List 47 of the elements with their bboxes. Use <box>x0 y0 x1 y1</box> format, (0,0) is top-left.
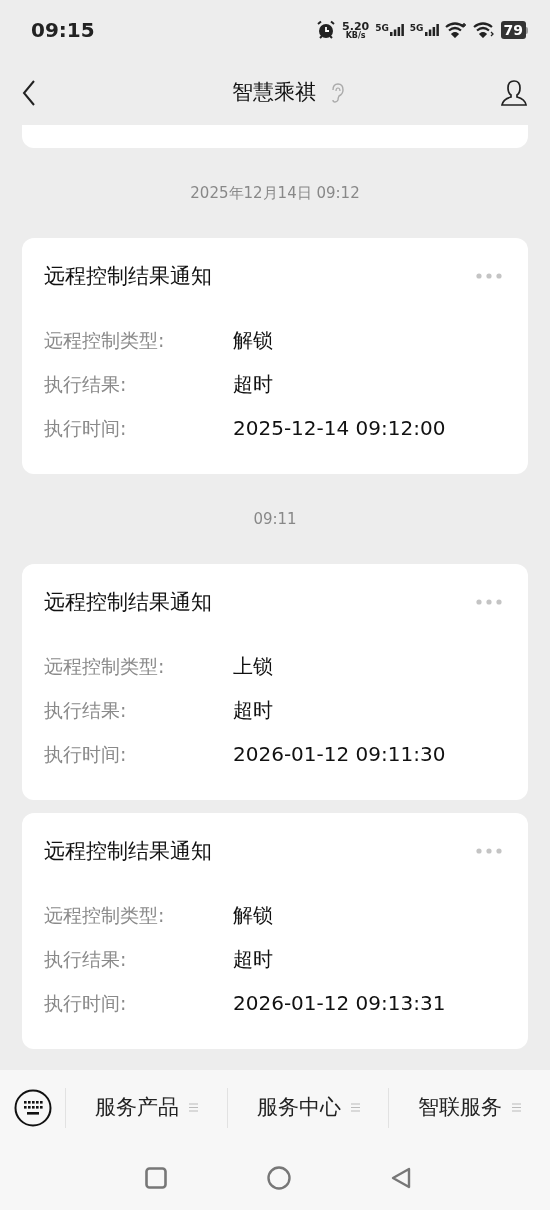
alarm-icon <box>316 20 337 40</box>
card-title: 远程控制结果通知 <box>44 838 212 865</box>
menu-tab[interactable]: 服务产品 <box>94 1091 198 1124</box>
message-timestamp: 09:11 <box>253 508 297 530</box>
field-value: 2026-01-12 09:11:30 <box>233 741 446 768</box>
network-label: 5G <box>409 24 424 33</box>
field-label: 远程控制类型: <box>44 653 166 679</box>
signal-icon <box>389 24 404 36</box>
field-label: 执行时间: <box>44 415 128 441</box>
field-label: 远程控制类型: <box>44 327 166 353</box>
field-value: 超时 <box>233 946 273 973</box>
card-title: 远程控制结果通知 <box>44 589 212 616</box>
field-label: 执行结果: <box>44 946 128 972</box>
field-value: 解锁 <box>233 327 273 354</box>
field-value: 2025-12-14 09:12:00 <box>233 415 446 442</box>
speed-unit: KB/s <box>345 31 366 40</box>
menu-icon <box>350 1103 360 1112</box>
network-speed: 5.20 <box>342 20 370 32</box>
menu-icon <box>512 1103 522 1112</box>
field-value: 超时 <box>233 371 273 398</box>
field-value: 上锁 <box>233 653 273 680</box>
field-value: 超时 <box>233 697 273 724</box>
card-title: 远程控制结果通知 <box>44 263 212 290</box>
recents-icon[interactable] <box>144 1166 167 1189</box>
menu-tab[interactable]: 服务中心 <box>256 1091 360 1124</box>
menu-icon <box>188 1103 198 1112</box>
keyboard-icon[interactable] <box>13 1088 52 1127</box>
field-label: 执行结果: <box>44 697 128 723</box>
back-icon[interactable] <box>22 79 36 106</box>
back-nav-icon[interactable] <box>390 1166 411 1189</box>
page-title: 智慧乘祺 <box>232 78 316 106</box>
field-label: 执行时间: <box>44 741 128 767</box>
battery-indicator: 79 <box>500 21 528 39</box>
field-label: 远程控制类型: <box>44 902 166 928</box>
network-label: 5G <box>375 24 389 33</box>
wifi-icon <box>472 22 495 38</box>
field-label: 执行时间: <box>44 990 128 1016</box>
field-value: 解锁 <box>233 902 273 929</box>
menu-tab[interactable]: 智联服务 <box>418 1091 522 1124</box>
user-icon[interactable] <box>500 78 528 107</box>
wifi-icon <box>444 22 467 38</box>
field-label: 执行结果: <box>44 371 128 397</box>
signal-icon <box>424 24 439 36</box>
field-value: 2026-01-12 09:13:31 <box>233 990 446 1017</box>
home-icon[interactable] <box>266 1165 291 1190</box>
message-timestamp: 2025年12月14日 09:12 <box>190 182 360 204</box>
status-time: 09:15 <box>31 17 95 44</box>
